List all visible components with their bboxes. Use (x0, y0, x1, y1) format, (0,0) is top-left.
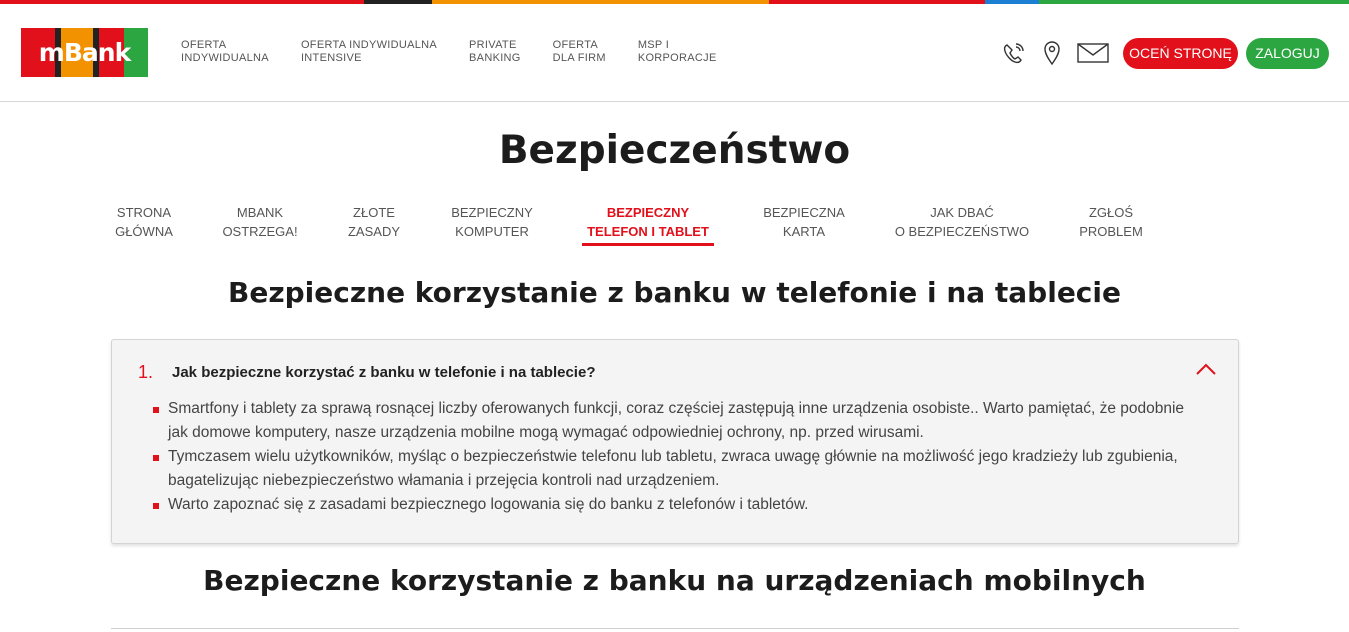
section-heading-mobile-devices: Bezpieczne korzystanie z banku na urządz… (203, 564, 1146, 597)
bullet-text-line[interactable]: Warto zapoznać się z zasadami bezpieczne… (168, 496, 808, 513)
topnav-oferta-intensive[interactable]: OFERTA INDYWIDUALNA INTENSIVE (301, 39, 437, 65)
section-heading-phone-tablet: Bezpieczne korzystanie z banku w telefon… (227, 276, 1121, 309)
bullet-text-line: Tymczasem wielu użytkowników, myśląc o b… (168, 448, 1178, 465)
tab-jak-dbac[interactable]: JAK DBAĆ O BEZPIECZEŃSTWO (888, 203, 1036, 241)
site-header: mBank OFERTA INDYWIDUALNA OFERTA INDYWID… (0, 4, 1349, 102)
topnav-private-banking[interactable]: PRIVATE BANKING (469, 39, 521, 65)
list-item: Smartfony i tablety za sprawą rosnącej l… (153, 397, 1228, 445)
list-item: Warto zapoznać się z zasadami bezpieczne… (153, 493, 1228, 517)
security-subnav: STRONA GŁÓWNA MBANK OSTRZEGA! ZŁOTE ZASA… (0, 203, 1349, 253)
logo-text: mBank (38, 38, 131, 67)
envelope-icon[interactable] (1077, 42, 1109, 69)
bullet-text-line: Smartfony i tablety za sprawą rosnącej l… (168, 400, 1185, 417)
tab-zlote-zasady[interactable]: ZŁOTE ZASADY (336, 203, 412, 241)
top-navigation: OFERTA INDYWIDUALNA OFERTA INDYWIDUALNA … (181, 39, 749, 65)
chevron-up-icon[interactable] (1195, 362, 1217, 381)
list-item: Tymczasem wielu użytkowników, myśląc o b… (153, 445, 1228, 493)
active-tab-underline (582, 243, 714, 246)
divider (111, 628, 1239, 629)
accordion-content: Smartfony i tablety za sprawą rosnącej l… (153, 397, 1228, 517)
phone-icon[interactable] (1001, 40, 1027, 71)
rate-page-button[interactable]: OCEŃ STRONĘ (1123, 38, 1238, 69)
bullet-square (153, 455, 159, 461)
accordion-question[interactable]: Jak bezpieczne korzystać z banku w telef… (172, 364, 595, 381)
tab-bezpieczny-komputer[interactable]: BEZPIECZNY KOMPUTER (442, 203, 542, 241)
topnav-oferta-indywidualna[interactable]: OFERTA INDYWIDUALNA (181, 39, 269, 65)
topnav-oferta-dla-firm[interactable]: OFERTA DLA FIRM (553, 39, 606, 65)
tab-mbank-ostrzega[interactable]: MBANK OSTRZEGA! (214, 203, 306, 241)
bullet-square (153, 503, 159, 509)
login-button[interactable]: ZALOGUJ (1246, 38, 1329, 69)
accordion-item: 1. Jak bezpieczne korzystać z banku w te… (111, 339, 1239, 544)
page-title: Bezpieczeństwo (498, 128, 851, 173)
bullet-square (153, 407, 159, 413)
location-pin-icon[interactable] (1043, 40, 1061, 71)
mbank-logo[interactable]: mBank (21, 28, 148, 77)
tab-zglos-problem[interactable]: ZGŁOŚ PROBLEM (1070, 203, 1152, 241)
topnav-msp-korporacje[interactable]: MSP I KORPORACJE (638, 39, 717, 65)
header-icons (1001, 40, 1125, 71)
bullet-text-line: bagatelizując niebezpieczeństwo włamania… (168, 472, 720, 489)
tab-bezpieczna-karta[interactable]: BEZPIECZNA KARTA (754, 203, 854, 241)
accordion-number: 1. (138, 362, 154, 382)
tab-bezpieczny-telefon-tablet[interactable]: BEZPIECZNY TELEFON I TABLET (576, 203, 720, 241)
bullet-text-line: jak domowe komputery, nasze urządzenia m… (168, 424, 924, 441)
tab-strona-glowna[interactable]: STRONA GŁÓWNA (104, 203, 184, 241)
